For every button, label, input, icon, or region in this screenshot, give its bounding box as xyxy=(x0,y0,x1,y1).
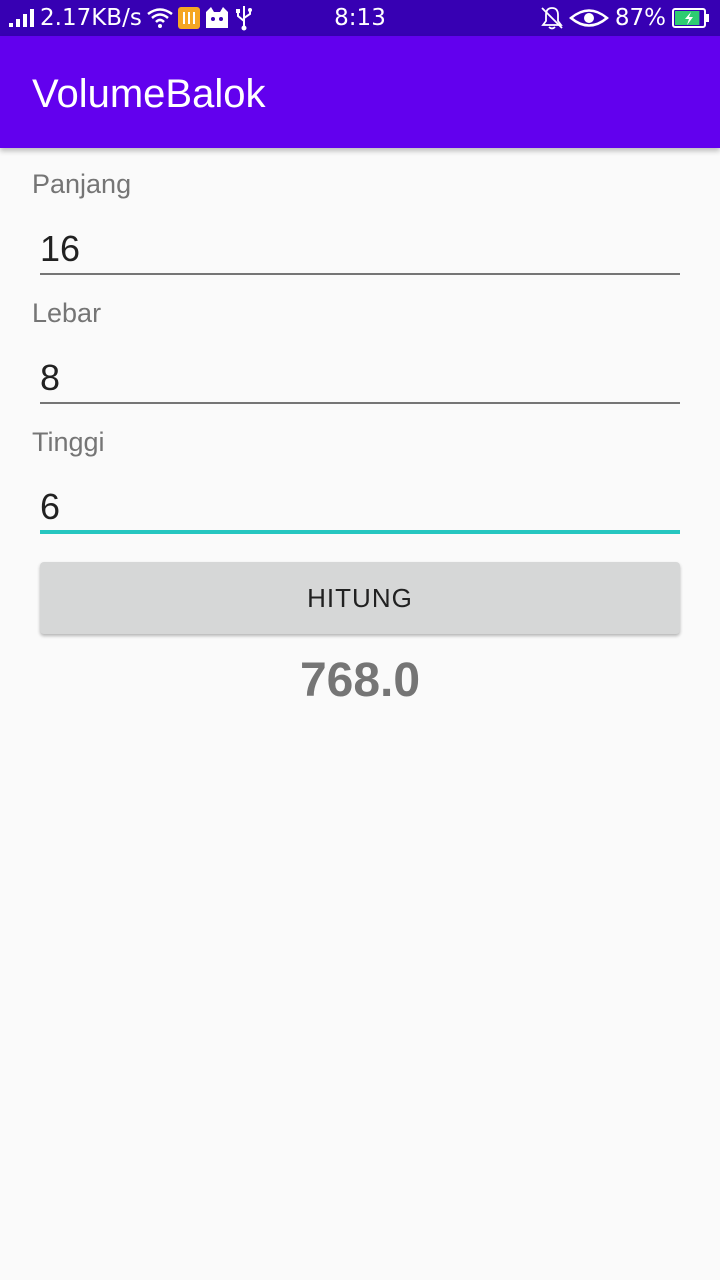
tinggi-input[interactable] xyxy=(40,484,680,534)
status-bar-right: 87% xyxy=(535,0,710,36)
hitung-button[interactable]: HITUNG xyxy=(40,562,680,634)
panjang-label: Panjang xyxy=(32,169,132,199)
tinggi-label: Tinggi xyxy=(32,427,105,457)
lebar-label: Lebar xyxy=(32,298,102,328)
app-bar: VolumeBalok xyxy=(0,36,720,148)
lebar-input[interactable] xyxy=(40,354,680,404)
status-bar: 2.17KB/s 8:13 87% xyxy=(0,0,720,36)
eye-icon xyxy=(568,7,609,29)
battery-percent: 87% xyxy=(614,5,666,31)
panjang-input[interactable] xyxy=(40,225,680,275)
screen: 2.17KB/s 8:13 87% VolumeBalok Panjang 16… xyxy=(0,0,720,1280)
bell-muted-icon xyxy=(541,6,563,30)
battery-charging-icon xyxy=(672,7,710,29)
result-value: 768.0 xyxy=(299,654,421,707)
app-title: VolumeBalok xyxy=(32,72,266,116)
